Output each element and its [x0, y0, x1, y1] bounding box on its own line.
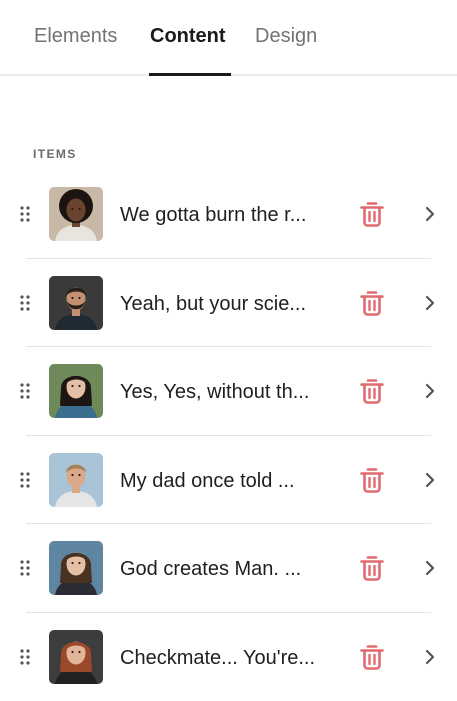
chevron-right-icon[interactable]	[423, 382, 437, 400]
item-label: Checkmate... You're...	[120, 646, 315, 670]
avatar	[49, 364, 103, 418]
trash-icon[interactable]	[359, 554, 385, 582]
tab-design[interactable]: Design	[255, 24, 317, 48]
list-item[interactable]: We gotta burn the r...	[0, 170, 457, 259]
chevron-right-icon[interactable]	[423, 471, 437, 489]
tab-elements[interactable]: Elements	[34, 24, 117, 48]
item-label: We gotta burn the r...	[120, 203, 306, 227]
list-item[interactable]: Checkmate... You're...	[0, 613, 457, 701]
tab-bar: Elements Content Design	[0, 0, 457, 76]
items-list: We gotta burn the r...	[0, 170, 457, 701]
drag-handle-icon[interactable]	[20, 472, 30, 488]
item-label: My dad once told ...	[120, 469, 295, 493]
drag-handle-icon[interactable]	[20, 560, 30, 576]
avatar	[49, 541, 103, 595]
avatar	[49, 276, 103, 330]
tab-content[interactable]: Content	[150, 24, 226, 48]
items-section-label: ITEMS	[33, 147, 77, 161]
trash-icon[interactable]	[359, 200, 385, 228]
list-item[interactable]: Yes, Yes, without th...	[0, 347, 457, 436]
chevron-right-icon[interactable]	[423, 648, 437, 666]
item-label: Yeah, but your scie...	[120, 292, 306, 316]
drag-handle-icon[interactable]	[20, 383, 30, 399]
list-item[interactable]: My dad once told ...	[0, 436, 457, 525]
trash-icon[interactable]	[359, 466, 385, 494]
item-label: God creates Man. ...	[120, 557, 301, 581]
chevron-right-icon[interactable]	[423, 294, 437, 312]
drag-handle-icon[interactable]	[20, 206, 30, 222]
item-label: Yes, Yes, without th...	[120, 380, 309, 404]
avatar	[49, 453, 103, 507]
trash-icon[interactable]	[359, 289, 385, 317]
trash-icon[interactable]	[359, 377, 385, 405]
active-tab-indicator	[149, 73, 231, 76]
chevron-right-icon[interactable]	[423, 205, 437, 223]
drag-handle-icon[interactable]	[20, 649, 30, 665]
list-item[interactable]: God creates Man. ...	[0, 524, 457, 613]
list-item[interactable]: Yeah, but your scie...	[0, 259, 457, 348]
avatar	[49, 187, 103, 241]
drag-handle-icon[interactable]	[20, 295, 30, 311]
trash-icon[interactable]	[359, 643, 385, 671]
avatar	[49, 630, 103, 684]
chevron-right-icon[interactable]	[423, 559, 437, 577]
